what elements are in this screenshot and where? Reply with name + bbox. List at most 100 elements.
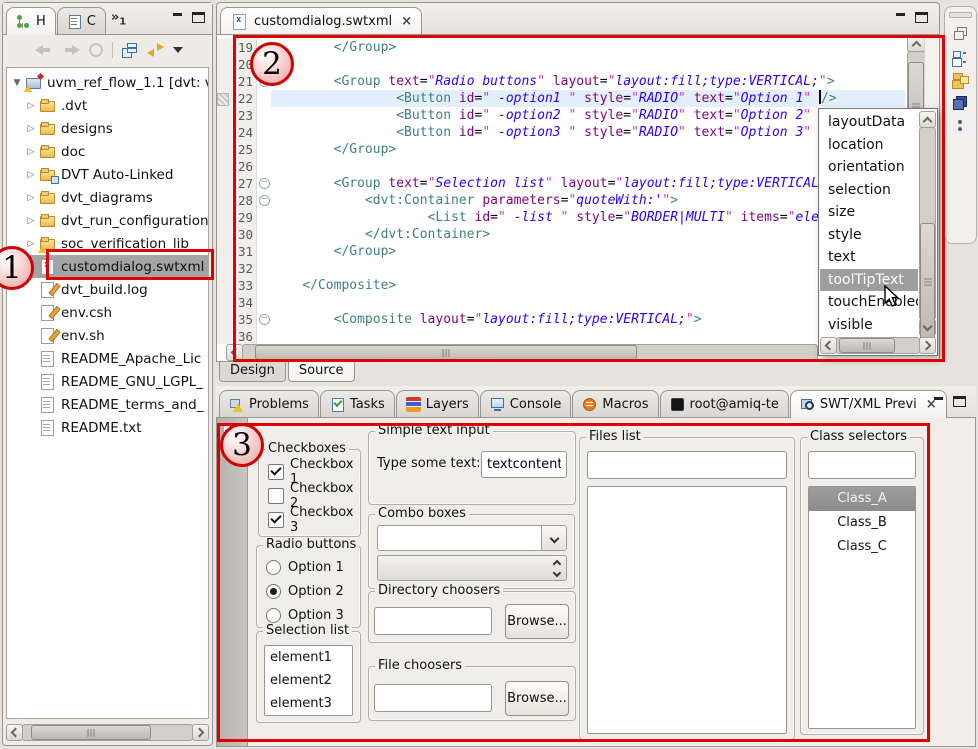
autocomplete-item[interactable]: location [820,134,918,157]
tree-collapsed-arrow[interactable]: ▷ [24,193,38,203]
spinner-icons[interactable] [554,556,560,580]
tree-item[interactable]: ▷doc [7,140,208,163]
editor-tab-customdialog[interactable]: customdialog.swtxml × [220,7,422,35]
maximize-icon[interactable] [192,12,205,23]
more-views-icon[interactable] [953,119,969,133]
tree-item[interactable]: ▷DVT Auto-Linked [7,163,208,186]
autocomplete-item[interactable]: touchEnabled [820,291,918,314]
bottom-tab-tasks[interactable]: Tasks [320,390,395,417]
class-list[interactable]: Class_AClass_BClass_C [808,486,916,729]
files-filter-input[interactable] [587,451,787,479]
code-line[interactable]: 30 </dvt:Container> [217,226,905,243]
code-line[interactable]: 19 </Group> [217,39,905,56]
selection-list[interactable]: element1element2element3 [264,645,353,716]
tree-collapsed-arrow[interactable]: ▷ [24,101,38,111]
code-line[interactable]: 25 </Group> [217,141,905,158]
fold-marker[interactable] [256,192,271,209]
tab-source[interactable]: Source [288,362,355,382]
code-line[interactable]: 32 [217,260,905,277]
minimize-icon[interactable] [933,396,946,407]
text-input[interactable] [481,451,567,478]
tree-collapsed-arrow[interactable]: ▷ [24,216,38,226]
tree-item[interactable]: ▷designs [7,117,208,140]
autocomplete-item[interactable]: style [820,224,918,247]
files-list[interactable] [587,486,787,734]
code-line[interactable]: 36 [217,328,905,344]
tree-item[interactable]: README_terms_and_ [7,393,208,416]
collapse-all-icon[interactable] [122,43,138,58]
file-input[interactable] [374,684,492,712]
code-line[interactable]: 22 <Button id=" -option1 " style="RADIO"… [217,90,905,107]
code-line[interactable]: 31 </Group> [217,243,905,260]
code-line[interactable]: 21 <Group text="Radio buttons" layout="l… [217,73,905,90]
code-line[interactable]: 28 <dvt:Container parameters="quoteWith:… [217,192,905,209]
checkbox-item[interactable]: Checkbox 3 [259,508,360,532]
tree-item[interactable]: env.sh [7,324,208,347]
tree-collapsed-arrow[interactable]: ▷ [24,239,38,249]
code-editor[interactable]: 19 </Group>2021 <Group text="Radio butto… [217,35,905,344]
scroll-right-icon[interactable] [192,724,209,741]
code-line[interactable]: 35 <Composite layout="layout:fill;type:V… [217,311,905,328]
tree-collapsed-arrow[interactable]: ▷ [24,147,38,157]
tree-item[interactable]: ▷.dvt [7,94,208,117]
radio-item[interactable]: Option 2 [257,579,360,603]
autocomplete-item[interactable]: toolTipText [820,269,918,292]
tree-item[interactable]: README_Apache_Lic [7,347,208,370]
radio-button[interactable] [266,584,281,599]
back-icon[interactable] [35,43,53,57]
tab-hierarchy[interactable]: H [6,7,56,35]
code-line[interactable]: 34 [217,294,905,311]
checkbox[interactable] [268,512,284,528]
view-menu-icon[interactable] [173,47,183,53]
radio-item[interactable]: Option 1 [257,555,360,579]
bottom-tab-macros[interactable]: Macros [572,390,658,417]
class-list-item[interactable]: Class_C [809,535,915,559]
autocomplete-vscrollbar[interactable] [919,111,936,336]
up-icon[interactable] [89,43,103,57]
class-list-item[interactable]: Class_A [809,487,915,511]
editor-hscrollbar[interactable] [226,344,817,361]
radio-button[interactable] [266,560,281,575]
autocomplete-item[interactable]: selection [820,179,918,202]
sidebar-hscrollbar[interactable] [6,724,209,741]
restore-view-icon[interactable] [953,27,969,41]
tree-item[interactable]: ▷soc_verification_lib [7,232,208,255]
checkbox[interactable] [268,464,284,480]
outline-view-icon[interactable] [953,50,969,64]
autocomplete-item[interactable]: size [820,201,918,224]
bottom-tab-swt-xml-previ[interactable]: SWT/XML Previ× [790,390,947,418]
close-icon[interactable]: × [401,14,412,29]
code-line[interactable]: 23 <Button id=" -option2 " style="RADIO"… [217,107,905,124]
tree-item[interactable]: ▷dvt_run_configuration [7,209,208,232]
tree-collapsed-arrow[interactable]: ▷ [24,170,38,180]
list-item[interactable]: element3 [265,692,352,715]
tray-drag-handle[interactable] [949,12,972,18]
minimize-icon[interactable] [172,12,185,23]
tree-item[interactable]: README.txt [7,416,208,439]
tab-compile[interactable]: C [57,7,106,34]
bottom-tab-root-amiq-te[interactable]: root@amiq-te [660,390,789,417]
code-line[interactable]: 26 [217,158,905,175]
directory-browse-button[interactable]: Browse... [505,604,569,639]
tree-collapsed-arrow[interactable]: ▷ [24,124,38,134]
scroll-up-icon[interactable] [907,35,925,52]
combo-box-2[interactable] [377,555,567,581]
tree-item[interactable]: ▼uvm_ref_flow_1.1 [dvt: v [7,71,208,94]
tree-item[interactable]: customdialog.swtxml [7,255,208,278]
fold-marker[interactable] [256,175,271,192]
code-line[interactable]: 27 <Group text="Selection list" layout="… [217,175,905,192]
code-line[interactable]: 20 [217,56,905,73]
scroll-left-icon[interactable] [6,724,23,741]
bottom-tab-layers[interactable]: Layers [396,390,479,417]
bottom-tab-console[interactable]: Console [480,390,572,417]
list-item[interactable]: element1 [265,646,352,669]
maximize-icon[interactable] [915,12,928,23]
tree-item[interactable]: env.csh [7,301,208,324]
autocomplete-item[interactable]: visible [820,314,918,337]
list-item[interactable]: element2 [265,669,352,692]
minimize-icon[interactable] [895,12,908,23]
scroll-left-icon[interactable] [820,337,837,354]
fold-marker[interactable] [256,311,271,328]
autocomplete-item[interactable]: layoutData [820,111,918,134]
autocomplete-item[interactable]: orientation [820,156,918,179]
